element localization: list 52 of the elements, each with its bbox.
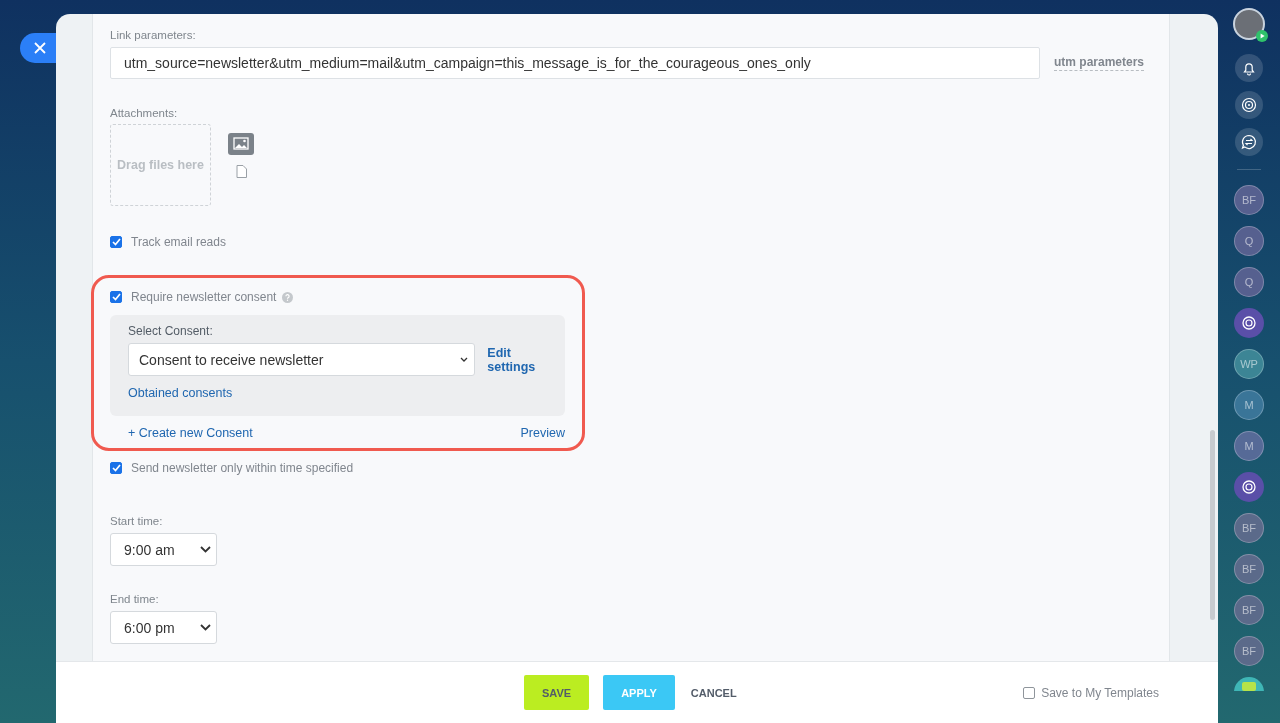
- utm-parameters-link[interactable]: utm parameters: [1054, 55, 1145, 71]
- preview-link[interactable]: Preview: [520, 426, 565, 440]
- user-avatar[interactable]: [1233, 8, 1265, 40]
- create-consent-link[interactable]: + Create new Consent: [128, 426, 253, 440]
- cancel-button[interactable]: CANCEL: [688, 675, 739, 710]
- checkbox[interactable]: [110, 236, 122, 248]
- contact-avatar[interactable]: M: [1234, 390, 1264, 420]
- contact-avatar[interactable]: BF: [1234, 513, 1264, 543]
- chevron-down-icon: [200, 624, 211, 631]
- chevron-down-icon: [200, 546, 211, 553]
- checkbox-label: Save to My Templates: [1041, 685, 1159, 700]
- channel-icon[interactable]: [1234, 308, 1264, 338]
- link-parameters-field[interactable]: utm_source=newsletter&utm_medium=mail&utm_campaign=this_message_is_for_the_courageous_ones_only: [110, 47, 1040, 79]
- edit-settings-link[interactable]: Edit settings: [487, 345, 547, 374]
- time-select[interactable]: 6:00 pm: [110, 611, 217, 644]
- close-icon: [34, 42, 46, 54]
- spiral-icon[interactable]: [1235, 91, 1263, 119]
- contact-avatar[interactable]: BF: [1234, 636, 1264, 666]
- field-label: Start time:: [110, 515, 164, 527]
- image-icon[interactable]: [228, 133, 254, 155]
- contact-avatar[interactable]: WP: [1234, 349, 1264, 379]
- contact-avatar[interactable]: Q: [1234, 267, 1264, 297]
- file-icon[interactable]: [235, 165, 247, 178]
- close-button[interactable]: [20, 33, 56, 63]
- file-drop-zone[interactable]: Drag files here: [110, 124, 211, 206]
- channel-icon[interactable]: [1234, 472, 1264, 502]
- play-badge-icon: [1256, 30, 1268, 42]
- checkbox[interactable]: [1023, 686, 1036, 699]
- apply-button[interactable]: APPLY: [603, 675, 675, 710]
- chevron-down-icon: [460, 357, 469, 362]
- chat-arrows-icon[interactable]: [1235, 128, 1263, 156]
- field-label: Link parameters:: [110, 29, 197, 41]
- obtained-consents-link[interactable]: Obtained consents: [128, 386, 233, 400]
- notifications-icon[interactable]: [1235, 54, 1263, 82]
- contact-avatar[interactable]: Q: [1234, 226, 1264, 256]
- scrollbar-thumb[interactable]: [1210, 430, 1215, 620]
- checkbox-label: Send newsletter only within time specified: [131, 461, 354, 475]
- field-label: Select Consent:: [128, 324, 214, 338]
- field-label: End time:: [110, 593, 160, 605]
- contact-avatar[interactable]: M: [1234, 431, 1264, 461]
- checkbox-label: Track email reads: [131, 235, 226, 249]
- time-select[interactable]: 9:00 am: [110, 533, 217, 566]
- consent-select[interactable]: Consent to receive newsletter: [128, 343, 476, 376]
- field-label: Attachments:: [110, 107, 179, 119]
- save-button[interactable]: SAVE: [524, 675, 590, 710]
- checkbox[interactable]: [110, 462, 122, 474]
- checkbox[interactable]: [110, 291, 122, 303]
- contact-avatar[interactable]: BF: [1234, 595, 1264, 625]
- messages-icon[interactable]: [1234, 677, 1264, 691]
- checkbox-label: Require newsletter consent: [131, 290, 277, 304]
- contact-avatar[interactable]: BF: [1234, 185, 1264, 215]
- contact-avatar[interactable]: BF: [1234, 554, 1264, 584]
